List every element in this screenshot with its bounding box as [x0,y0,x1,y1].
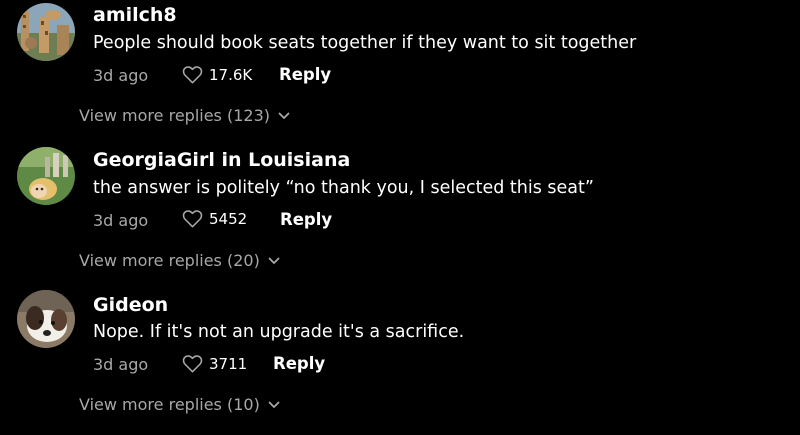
like-count: 3711 [209,354,248,373]
like-count: 5452 [209,209,248,228]
comment-username[interactable]: GeorgiaGirl in Louisiana [93,149,350,171]
comment-item: Gideon Nope. If it's not an upgrade it's… [0,290,800,435]
chevron-down-icon [268,401,280,408]
comment-item: amilch8 People should book seats togethe… [0,0,800,145]
view-more-replies-label: View more replies (123) [79,106,270,125]
like-button[interactable]: 3711 [182,354,247,373]
heart-icon [182,355,203,373]
avatar[interactable] [17,3,75,61]
heart-icon [182,210,203,228]
comment-text: Nope. If it's not an upgrade it's a sacr… [93,322,465,342]
child-outdoor-photo-avatar [17,147,75,205]
comment-username[interactable]: amilch8 [93,4,177,26]
view-more-replies[interactable]: View more replies (123) [79,106,290,125]
comment-text: the answer is politely “no thank you, I … [93,178,594,198]
giraffe-photo-avatar [17,3,75,61]
comment-date: 3d ago [93,211,149,230]
chevron-down-icon [278,112,290,119]
view-more-replies[interactable]: View more replies (20) [79,251,280,270]
view-more-replies-label: View more replies (10) [79,395,260,414]
like-count: 17.6K [209,65,253,84]
comment-text: People should book seats together if the… [93,33,637,53]
comment-item: GeorgiaGirl in Louisiana the answer is p… [0,145,800,290]
dog-photo-avatar [17,290,75,348]
like-button[interactable]: 17.6K [182,65,252,84]
like-button[interactable]: 5452 [182,209,247,228]
reply-button[interactable]: Reply [273,354,325,373]
view-more-replies-label: View more replies (20) [79,251,260,270]
reply-button[interactable]: Reply [279,65,331,84]
comment-date: 3d ago [93,355,149,374]
reply-button[interactable]: Reply [280,210,332,229]
avatar[interactable] [17,147,75,205]
heart-icon [182,66,203,84]
comment-username[interactable]: Gideon [93,294,168,316]
avatar[interactable] [17,290,75,348]
view-more-replies[interactable]: View more replies (10) [79,395,280,414]
chevron-down-icon [268,257,280,264]
comment-date: 3d ago [93,66,149,85]
